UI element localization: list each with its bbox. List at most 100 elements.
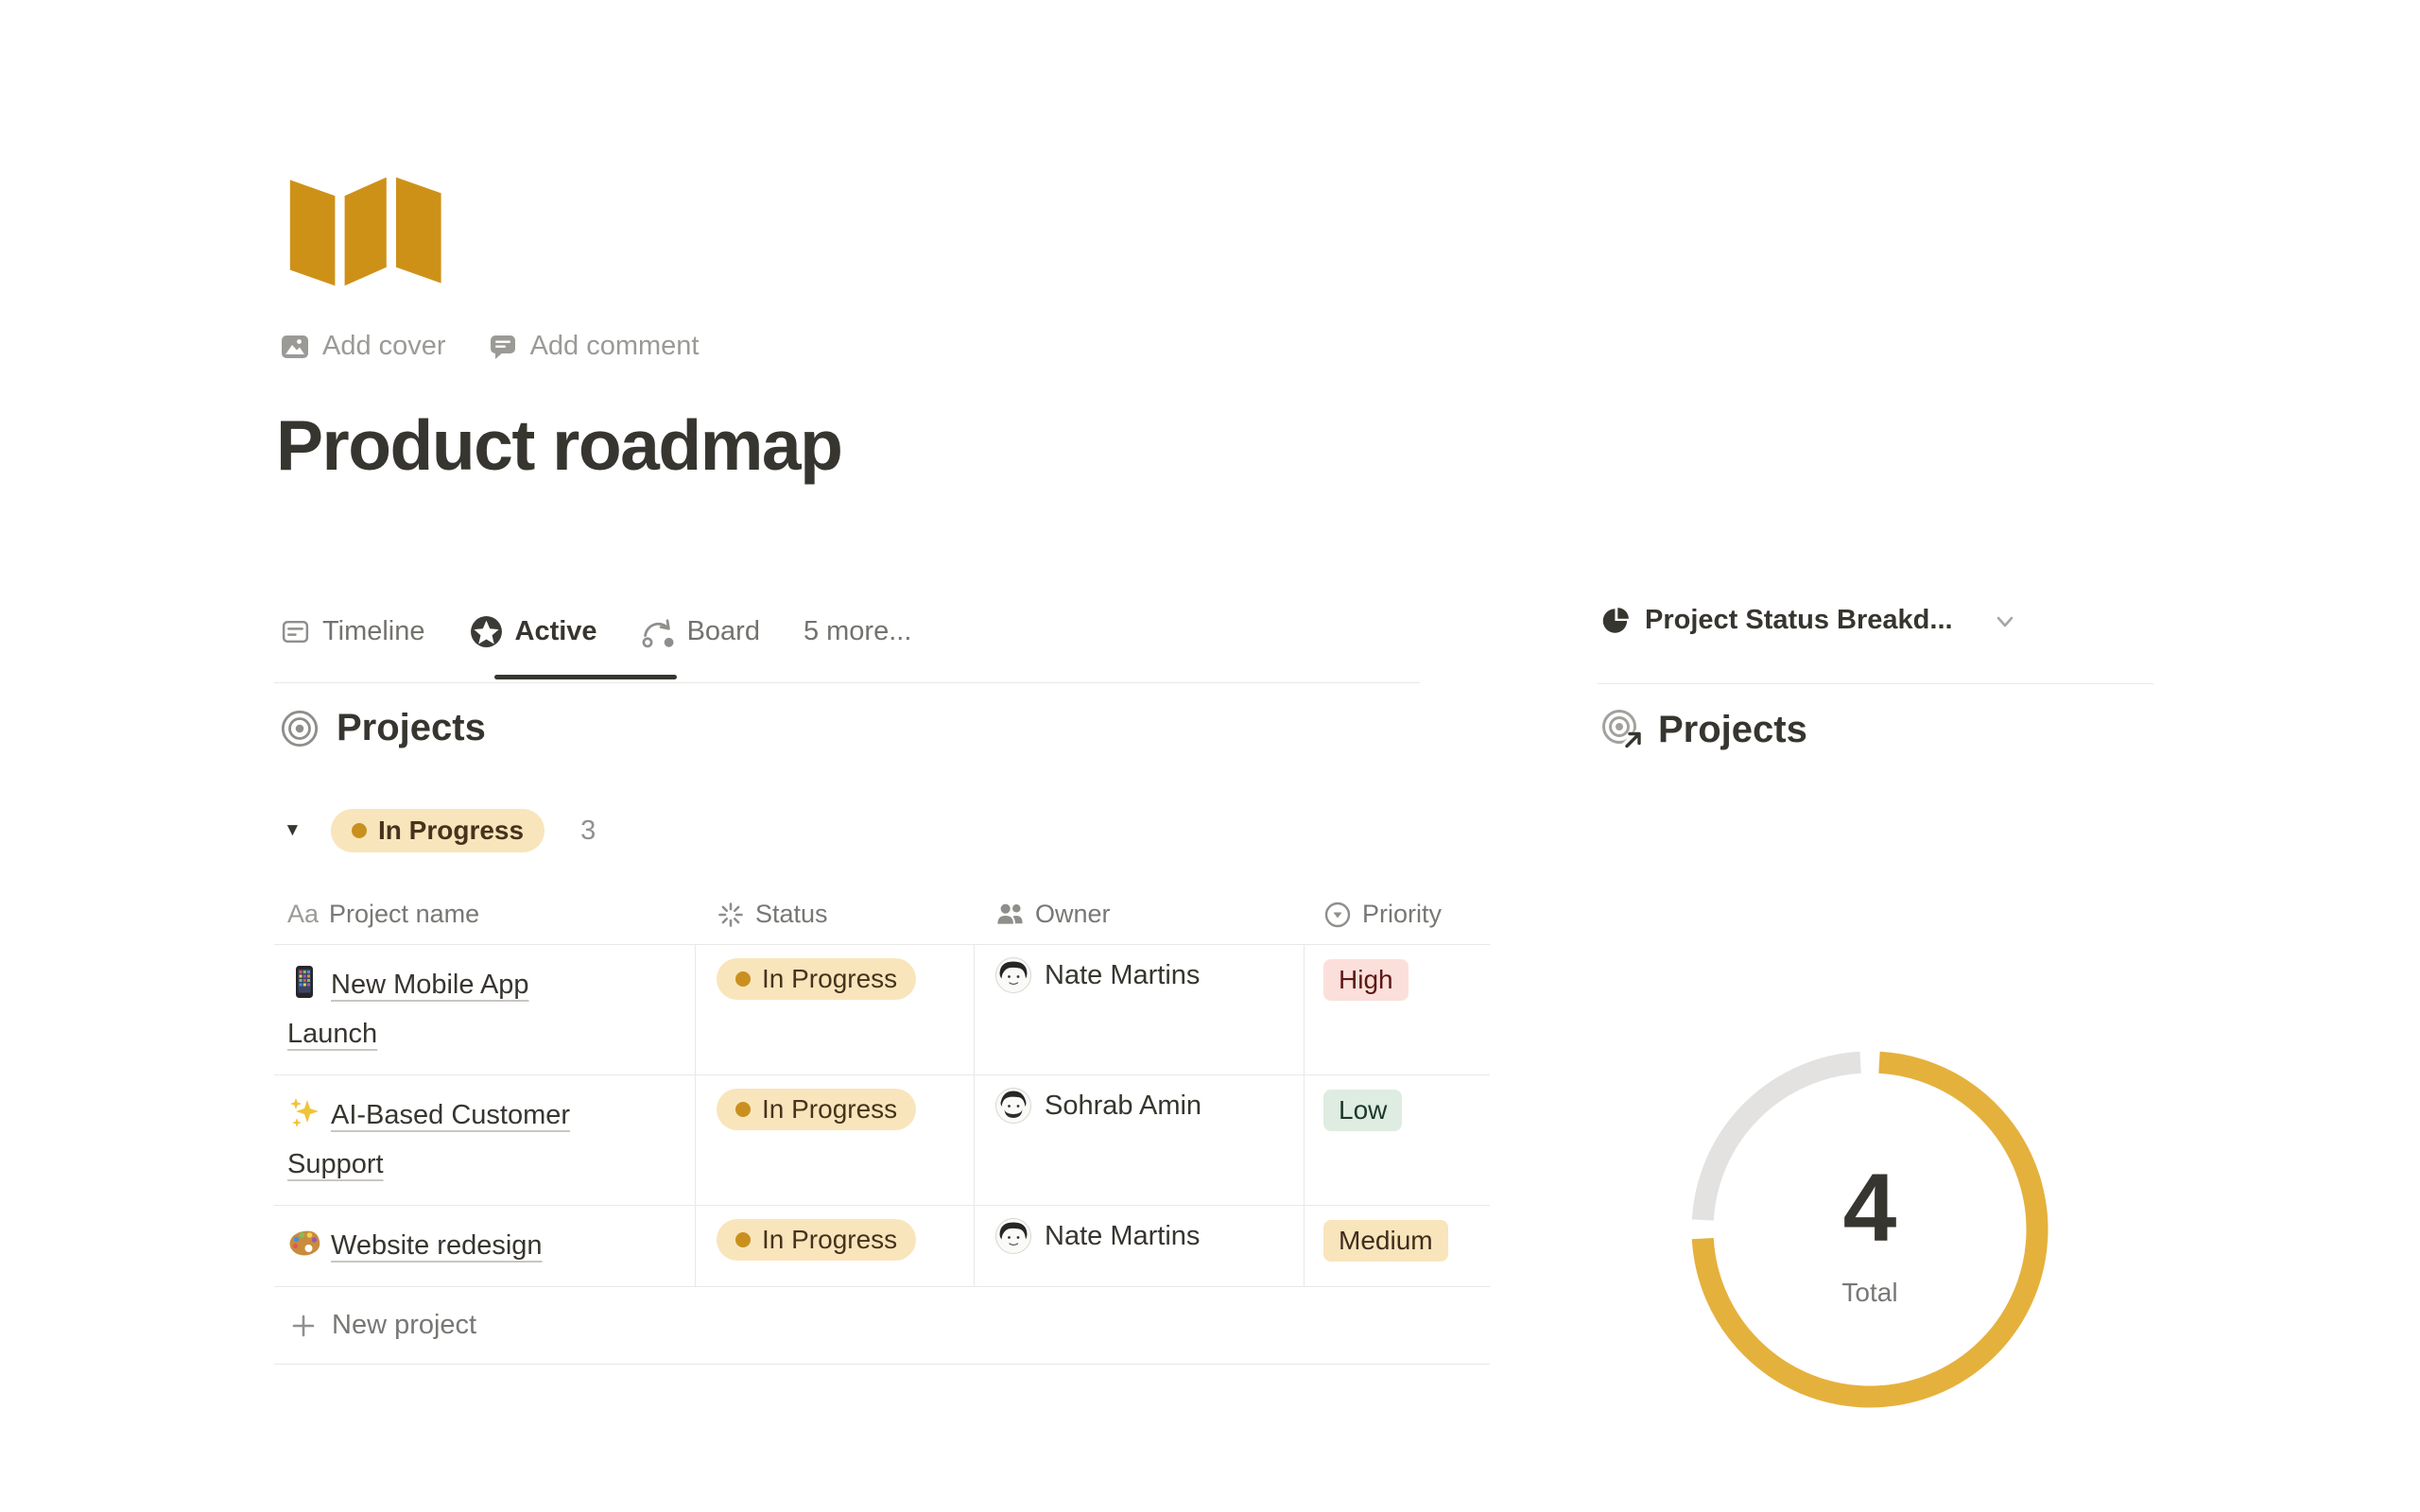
status-pill[interactable]: In Progress — [717, 1089, 916, 1130]
owner-cell[interactable]: Nate Martins — [975, 1206, 1305, 1286]
tabs-divider — [274, 682, 1420, 683]
chart-view-selector[interactable]: Project Status Breakd... — [1601, 605, 2017, 636]
column-header-project-name[interactable]: Aa Project name — [274, 900, 696, 929]
target-icon — [280, 709, 320, 748]
project-link[interactable]: Website redesign — [331, 1230, 543, 1261]
add-cover-label: Add cover — [322, 331, 446, 362]
donut-total-label: Total — [1671, 1278, 2068, 1308]
owner-name: Sohrab Amin — [1045, 1091, 1201, 1122]
column-header-status[interactable]: Status — [696, 900, 975, 929]
status-pill[interactable]: In Progress — [717, 1219, 916, 1261]
tabs-more-button[interactable]: 5 more... — [804, 616, 911, 647]
add-cover-button[interactable]: Add cover — [280, 331, 446, 362]
group-collapse-toggle[interactable]: ▼ — [284, 820, 308, 841]
map-icon — [284, 159, 444, 291]
mobile-phone-emoji-icon — [287, 965, 321, 999]
tab-timeline-label: Timeline — [322, 616, 425, 647]
right-panel-divider — [1598, 683, 2153, 684]
status-label: In Progress — [762, 1094, 897, 1125]
status-label: In Progress — [762, 1225, 897, 1255]
status-dot — [735, 1102, 751, 1117]
status-cell[interactable]: In Progress — [696, 1206, 975, 1286]
status-spinner-icon — [717, 901, 745, 929]
column-label-status: Status — [755, 900, 828, 929]
owner-chip[interactable]: Nate Martins — [995, 957, 1304, 993]
priority-cell[interactable]: Medium — [1305, 1206, 1490, 1286]
priority-cell[interactable]: High — [1305, 945, 1490, 1074]
status-label: In Progress — [762, 964, 897, 994]
image-icon — [280, 332, 310, 362]
priority-cell[interactable]: Low — [1305, 1075, 1490, 1205]
column-label-project-name: Project name — [329, 900, 479, 929]
new-project-label: New project — [332, 1310, 476, 1341]
pie-chart-icon — [1601, 607, 1630, 635]
tab-active[interactable]: Active — [469, 614, 597, 649]
tab-timeline[interactable]: Timeline — [280, 616, 425, 647]
owner-cell[interactable]: Sohrab Amin — [975, 1075, 1305, 1205]
add-comment-button[interactable]: Add comment — [488, 331, 700, 362]
people-icon — [995, 900, 1025, 929]
table-row: Website redesign In Progress — [274, 1206, 1490, 1287]
status-dot — [735, 1232, 751, 1247]
column-label-owner: Owner — [1035, 900, 1111, 929]
owner-name: Nate Martins — [1045, 960, 1200, 991]
active-tab-underline — [494, 675, 677, 679]
owner-chip[interactable]: Sohrab Amin — [995, 1088, 1304, 1124]
avatar-sohrab-amin — [995, 1088, 1031, 1124]
projects-table: Aa Project name Status — [274, 885, 1490, 1365]
donut-total-value: 4 — [1671, 1155, 2068, 1261]
column-header-owner[interactable]: Owner — [975, 900, 1305, 929]
tab-active-label: Active — [515, 616, 597, 647]
column-header-priority[interactable]: Priority — [1305, 900, 1490, 929]
group-count: 3 — [580, 816, 596, 847]
status-pill[interactable]: In Progress — [717, 958, 916, 1000]
linked-target-arrow-icon — [1599, 707, 1645, 752]
projects-heading-right: Projects — [1599, 707, 1807, 752]
projects-heading-left: Projects — [280, 707, 486, 749]
project-name-cell[interactable]: Website redesign — [274, 1206, 696, 1286]
page-title[interactable]: Product roadmap — [276, 404, 841, 486]
page-actions: Add cover Add comment — [280, 331, 700, 362]
priority-pill[interactable]: Low — [1323, 1090, 1402, 1131]
priority-pill[interactable]: High — [1323, 959, 1409, 1001]
page-map-icon[interactable] — [284, 159, 444, 291]
project-name-cell[interactable]: New Mobile App Launch — [274, 945, 696, 1074]
status-cell[interactable]: In Progress — [696, 1075, 975, 1205]
priority-circle-icon — [1323, 901, 1352, 929]
status-cell[interactable]: In Progress — [696, 945, 975, 1074]
text-type-icon: Aa — [287, 900, 319, 929]
projects-heading-left-label: Projects — [337, 707, 486, 749]
project-name-cell[interactable]: AI-Based Customer Support — [274, 1075, 696, 1205]
star-circle-icon — [469, 614, 504, 649]
projects-heading-right-label: Projects — [1658, 709, 1807, 751]
column-label-priority: Priority — [1362, 900, 1442, 929]
comment-icon — [488, 332, 518, 362]
group-status-pill[interactable]: In Progress — [331, 809, 544, 852]
avatar-nate-martins — [995, 1218, 1031, 1254]
view-tabs: Timeline Active Board 5 more... — [280, 605, 911, 658]
tab-board-label: Board — [687, 616, 760, 647]
chevron-down-icon[interactable] — [1993, 609, 2017, 633]
add-comment-label: Add comment — [530, 331, 700, 362]
group-status-label: In Progress — [378, 816, 524, 846]
group-row-in-progress: ▼ In Progress 3 — [284, 809, 596, 852]
owner-name: Nate Martins — [1045, 1221, 1200, 1252]
status-dot — [352, 823, 367, 838]
palette-emoji-icon — [287, 1226, 321, 1260]
plus-icon — [289, 1312, 318, 1340]
status-dot — [735, 971, 751, 987]
sparkles-emoji-icon — [287, 1095, 321, 1129]
cycle-icon — [641, 614, 676, 649]
priority-pill[interactable]: Medium — [1323, 1220, 1448, 1262]
project-link[interactable]: AI-Based Customer Support — [287, 1100, 570, 1179]
owner-chip[interactable]: Nate Martins — [995, 1218, 1304, 1254]
table-row: AI-Based Customer Support In Progress — [274, 1075, 1490, 1206]
owner-cell[interactable]: Nate Martins — [975, 945, 1305, 1074]
tabs-more-label: 5 more... — [804, 616, 911, 647]
tab-board[interactable]: Board — [641, 614, 760, 649]
timeline-icon — [280, 616, 311, 647]
product-roadmap-page: Add cover Add comment Product roadmap Ti… — [0, 0, 2420, 1512]
new-project-button[interactable]: New project — [274, 1287, 1490, 1365]
project-link[interactable]: New Mobile App Launch — [287, 970, 529, 1049]
table-row: New Mobile App Launch In Progress — [274, 945, 1490, 1075]
